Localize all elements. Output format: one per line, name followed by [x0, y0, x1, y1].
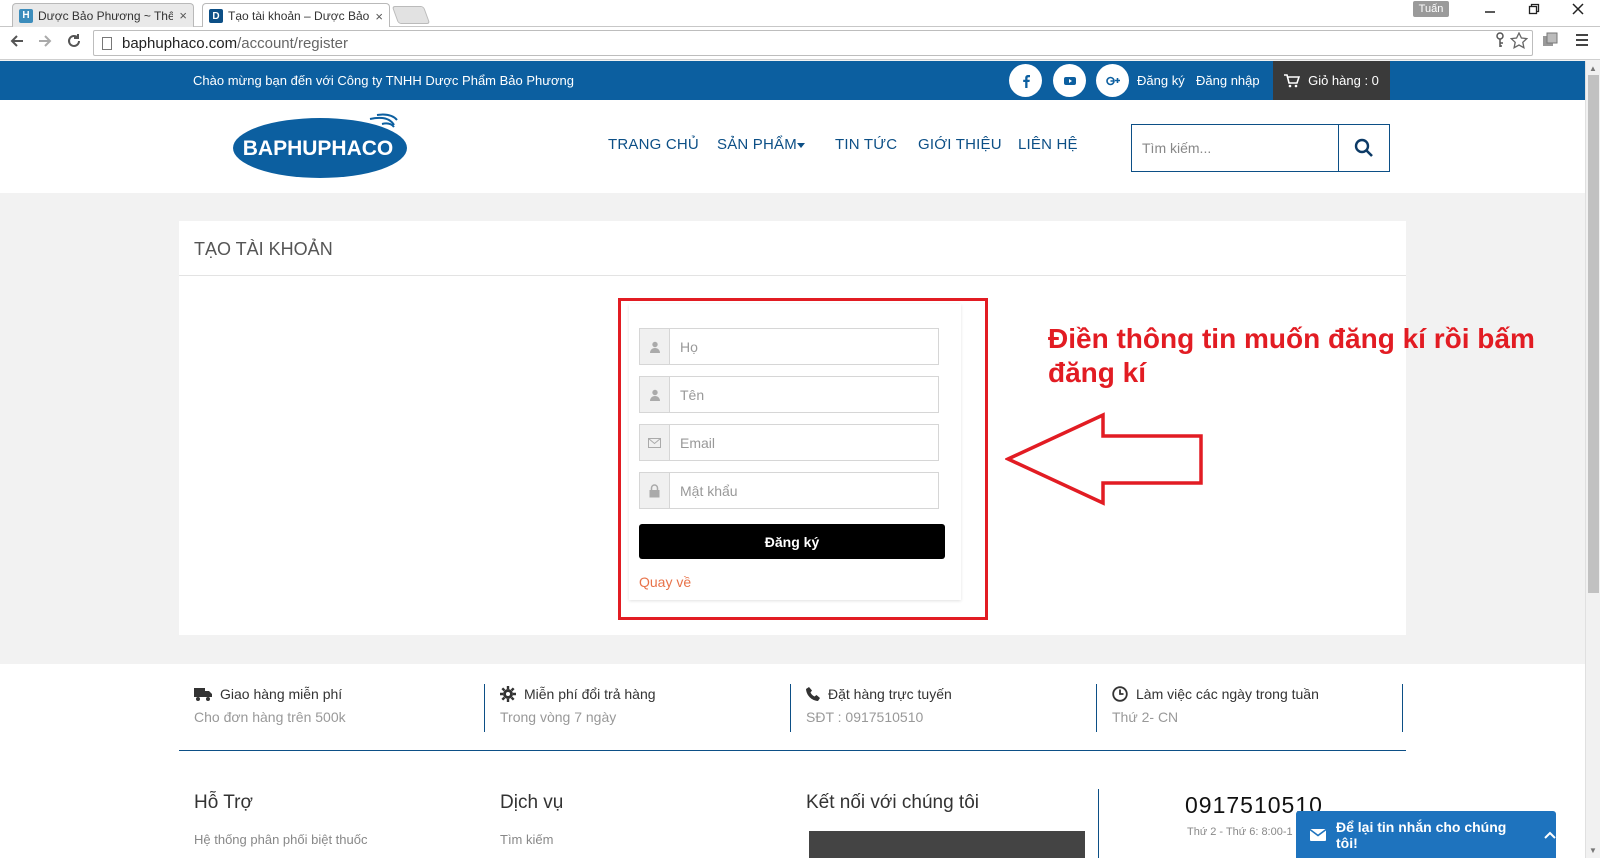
scroll-up-icon[interactable]: ▲ — [1589, 64, 1597, 73]
site-header: BAPHUPHACO TRANG CHỦ SẢN PHẨM TIN TỨC GI… — [0, 100, 1585, 193]
back-arrow-icon[interactable] — [6, 33, 28, 54]
feature-subtitle: Thứ 2- CN — [1112, 709, 1179, 725]
social-embed-thumbnail[interactable] — [809, 831, 1085, 858]
key-icon[interactable] — [1494, 32, 1506, 52]
address-bar: baphuphaco.com/account/register — [0, 27, 1600, 60]
facebook-icon[interactable] — [1009, 64, 1042, 97]
chat-label: Để lại tin nhắn cho chúng tôi! — [1336, 818, 1507, 851]
register-link[interactable]: Đăng ký — [1137, 73, 1185, 88]
bookmark-star-icon[interactable] — [1509, 31, 1529, 53]
footer-support-link[interactable]: Hệ thống phân phối biệt thuốc — [194, 832, 367, 847]
minimize-icon[interactable] — [1478, 2, 1502, 18]
page-title: TẠO TÀI KHOẢN — [194, 239, 333, 259]
scroll-down-icon[interactable]: ▼ — [1589, 846, 1597, 855]
search-box — [1131, 124, 1390, 172]
feature-title: Giao hàng miễn phí — [220, 686, 343, 702]
new-tab-button[interactable] — [391, 6, 431, 24]
url-path: /account/register — [237, 34, 348, 52]
page-scrollbar[interactable]: ▲ ▼ — [1585, 61, 1600, 858]
restore-icon[interactable] — [1522, 2, 1546, 18]
nav-contact[interactable]: LIÊN HỆ — [1018, 136, 1078, 153]
tab-title: Tạo tài khoản – Dược Bảo — [228, 9, 370, 23]
site-favicon-icon: H — [19, 8, 33, 23]
chat-widget-button[interactable]: Để lại tin nhắn cho chúng tôi! — [1296, 811, 1556, 858]
site-favicon-icon: D — [209, 9, 223, 23]
truck-icon — [194, 687, 212, 701]
cart-icon — [1284, 73, 1301, 88]
feature-title: Làm việc các ngày trong tuần — [1136, 686, 1319, 702]
clock-icon — [1112, 686, 1128, 702]
page-viewport: Chào mừng bạn đến với Công ty TNHH Dược … — [0, 61, 1585, 858]
footer-services-title: Dịch vụ — [500, 792, 564, 813]
feature-subtitle: Trong vòng 7 ngày — [500, 709, 617, 725]
chevron-up-icon — [1544, 831, 1556, 839]
footer-connect-title: Kết nối với chúng tôi — [806, 792, 980, 813]
feature-online-order: Đặt hàng trực tuyến SĐT : 0917510510 — [791, 684, 1097, 732]
search-icon — [1354, 138, 1373, 157]
envelope-icon — [1310, 828, 1326, 841]
cart-button[interactable]: Giỏ hàng : 0 — [1273, 61, 1390, 100]
nav-about[interactable]: GIỚI THIỆU — [918, 136, 1002, 153]
divider — [1402, 684, 1403, 732]
forward-arrow-icon[interactable] — [34, 33, 56, 54]
browser-tab-1[interactable]: H Dược Bảo Phương ~ Thêm × — [12, 3, 194, 27]
divider — [179, 275, 1406, 276]
footer-hours: Thứ 2 - Thứ 6: 8:00-1 — [1187, 826, 1293, 838]
tab-close-icon[interactable]: × — [179, 8, 187, 23]
annotation-text: Điền thông tin muốn đăng kí rồi bấm đăng… — [1048, 323, 1535, 388]
extension-icon[interactable] — [1542, 32, 1558, 53]
footer-services-link[interactable]: Tìm kiếm — [500, 832, 553, 847]
reload-icon[interactable] — [63, 33, 85, 54]
tab-close-icon[interactable]: × — [375, 9, 383, 24]
page-icon — [102, 36, 112, 50]
google-plus-icon[interactable] — [1096, 64, 1129, 97]
feature-free-shipping: Giao hàng miễn phí Cho đơn hàng trên 500… — [179, 684, 485, 732]
nav-home[interactable]: TRANG CHỦ — [608, 136, 699, 153]
browser-tab-2-active[interactable]: D Tạo tài khoản – Dược Bảo × — [202, 3, 390, 28]
nav-news[interactable]: TIN TỨC — [835, 136, 897, 153]
feature-subtitle: SĐT : 0917510510 — [806, 709, 924, 725]
feature-title: Đặt hàng trực tuyến — [828, 686, 952, 702]
nav-products[interactable]: SẢN PHẨM — [717, 136, 797, 153]
browser-tab-strip: H Dược Bảo Phương ~ Thêm × D Tạo tài kho… — [0, 0, 1600, 28]
feature-free-returns: Miễn phí đổi trả hàng Trong vòng 7 ngày — [485, 684, 791, 732]
scrollbar-thumb[interactable] — [1588, 75, 1599, 593]
brand-logo[interactable]: BAPHUPHACO — [232, 111, 409, 179]
welcome-text: Chào mừng bạn đến với Công ty TNHH Dược … — [193, 73, 574, 88]
annotation-highlight-box — [618, 298, 988, 620]
search-button[interactable] — [1338, 125, 1389, 171]
feature-title: Miễn phí đổi trả hàng — [524, 686, 656, 702]
profile-badge[interactable]: Tuấn — [1413, 1, 1449, 17]
gear-icon — [500, 686, 516, 702]
youtube-icon[interactable] — [1053, 64, 1086, 97]
url-field[interactable]: baphuphaco.com/account/register — [93, 30, 1533, 56]
divider — [179, 750, 1406, 751]
top-bar: Chào mừng bạn đến với Công ty TNHH Dược … — [0, 61, 1585, 100]
feature-subtitle: Cho đơn hàng trên 500k — [194, 709, 346, 725]
browser-menu-icon[interactable] — [1574, 32, 1590, 53]
divider — [1098, 789, 1099, 858]
chevron-down-icon — [797, 143, 805, 148]
cart-label: Giỏ hàng : 0 — [1308, 73, 1379, 88]
annotation-arrow-icon — [1005, 412, 1203, 506]
phone-icon — [806, 687, 820, 701]
logo-text: BAPHUPHACO — [243, 137, 394, 160]
login-link[interactable]: Đăng nhập — [1196, 73, 1260, 88]
tab-title: Dược Bảo Phương ~ Thêm — [38, 8, 174, 23]
feature-working-days: Làm việc các ngày trong tuần Thứ 2- CN — [1097, 684, 1403, 732]
search-input[interactable] — [1132, 125, 1338, 171]
close-window-icon[interactable] — [1566, 2, 1590, 18]
footer-support-title: Hỗ Trợ — [194, 792, 253, 813]
url-domain: baphuphaco.com — [122, 34, 238, 52]
